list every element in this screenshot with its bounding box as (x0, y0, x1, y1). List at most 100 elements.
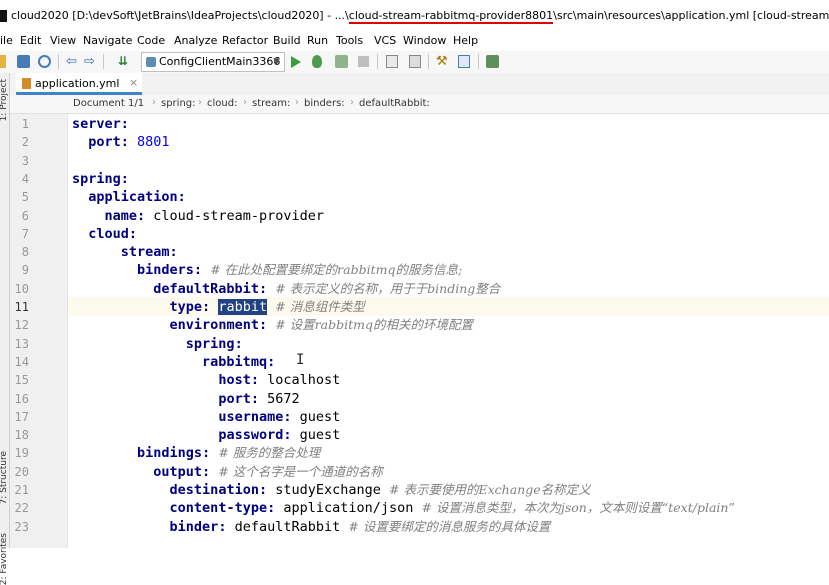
favorites-tool-button[interactable]: 2: Favorites (0, 533, 9, 585)
yaml-key: rabbitmq: (202, 353, 276, 370)
settings-icon[interactable]: ⚒ (436, 55, 449, 68)
code-line[interactable]: stream: (72, 243, 178, 261)
menu-run[interactable]: Run (307, 34, 328, 47)
code-line[interactable]: environment: # 设置rabbitmq的相关的环境配置 (72, 316, 473, 334)
project-tool-button[interactable]: 1: Project (0, 79, 9, 121)
menu-view[interactable]: View (50, 34, 76, 47)
run-icon[interactable] (291, 56, 301, 68)
code-line[interactable]: bindings: # 服务的整合处理 (72, 444, 320, 462)
yaml-comment: # 表示定义的名称，用于于binding整合 (275, 280, 501, 296)
code-line[interactable]: spring: (72, 170, 129, 188)
breadcrumb-document[interactable]: Document 1/1 (73, 98, 144, 109)
menu-tools[interactable]: Tools (336, 34, 363, 47)
title-module-highlight: cloud-stream-rabbitmq-provider8801 (348, 9, 554, 24)
code-line[interactable]: port: 5672 (72, 390, 299, 408)
menu-build[interactable]: Build (273, 34, 301, 47)
breadcrumb-defaultrabbit[interactable]: defaultRabbit: (359, 98, 430, 109)
code-line[interactable]: application: (72, 188, 186, 206)
breadcrumb-spring[interactable]: spring: (161, 98, 196, 109)
code-line[interactable]: destination: studyExchange # 表示要使用的Excha… (72, 481, 591, 499)
run-config-select[interactable]: ConfigClientMain3366 ▼ (141, 52, 285, 72)
line-number: 3 (21, 153, 29, 168)
menu-vcs[interactable]: VCS (374, 34, 396, 47)
breadcrumb-separator: › (350, 97, 354, 108)
menu-window[interactable]: Window (403, 34, 446, 47)
menu-help[interactable]: Help (453, 34, 478, 47)
code-line[interactable]: spring: (72, 335, 243, 353)
line-number: 14 (14, 354, 29, 369)
code-line[interactable]: cloud: (72, 225, 137, 243)
code-line[interactable]: rabbitmq: (72, 353, 275, 371)
line-number: 19 (14, 446, 29, 461)
breadcrumb-cloud[interactable]: cloud: (207, 98, 237, 109)
line-number: 1 (21, 117, 29, 131)
line-number: 5 (21, 190, 29, 205)
open-icon[interactable] (0, 55, 6, 68)
code-line[interactable]: host: localhost (72, 371, 340, 389)
close-icon[interactable]: × (129, 76, 138, 89)
code-line[interactable]: content-type: application/json # 设置消息类型，… (72, 499, 735, 517)
structure-tool-button[interactable]: 7: Structure (0, 451, 9, 505)
code-line[interactable]: defaultRabbit: # 表示定义的名称，用于于binding整合 (72, 280, 500, 298)
sdk-icon[interactable] (409, 55, 421, 68)
code-line[interactable]: binder: defaultRabbit # 设置要绑定的消息服务的具体设置 (72, 518, 551, 536)
line-number: 8 (21, 245, 29, 260)
menu-edit[interactable]: Edit (20, 34, 41, 47)
menu-analyze[interactable]: Analyze (174, 34, 217, 47)
back-icon[interactable]: ⇦ (66, 55, 79, 68)
breadcrumb-separator: › (152, 97, 156, 108)
menu-file[interactable]: ile (0, 34, 13, 47)
yaml-key: host: (218, 372, 259, 389)
sync-icon[interactable] (38, 55, 51, 68)
yaml-key: port: (88, 134, 129, 151)
text-cursor-icon: I (296, 352, 305, 368)
left-tool-strip: 1: Project 7: Structure 2: Favorites (0, 73, 10, 585)
toolbar-separator (103, 54, 104, 69)
project-structure-icon[interactable] (386, 55, 398, 68)
code-line[interactable]: port: 8801 (72, 133, 169, 151)
tab-application-yml[interactable]: application.yml × (16, 73, 142, 95)
breadcrumb-stream[interactable]: stream: (252, 98, 290, 109)
yaml-value: cloud-stream-provider (153, 207, 324, 224)
breadcrumb-separator: › (198, 97, 202, 108)
forward-icon[interactable]: ⇨ (84, 55, 97, 68)
code-line[interactable]: username: guest (72, 408, 340, 426)
stop-icon[interactable] (358, 56, 369, 67)
toolbar-separator (377, 54, 378, 69)
menu-code[interactable]: Code (137, 34, 165, 47)
coverage-icon[interactable] (335, 55, 348, 68)
yaml-comment: # 在此处配置要绑定的rabbitmq的服务信息; (210, 262, 463, 278)
save-icon[interactable] (17, 55, 30, 68)
code-line[interactable]: type: rabbit # 消息组件类型 (72, 298, 365, 316)
yaml-key: server: (72, 116, 129, 132)
debug-icon[interactable] (312, 55, 322, 68)
yaml-value: application/json (283, 500, 414, 517)
line-number: 21 (14, 483, 29, 497)
tasks-icon[interactable] (458, 55, 470, 68)
build-icon[interactable]: ⇊ (118, 55, 131, 68)
code-line[interactable]: password: guest (72, 426, 340, 444)
yaml-key: port: (218, 390, 259, 407)
title-bar: cloud2020 [D:\devSoft\JetBrains\IdeaProj… (0, 0, 829, 31)
menu-navigate[interactable]: Navigate (83, 34, 132, 47)
code-line[interactable]: output: # 这个名字是一个通道的名称 (72, 463, 383, 481)
menu-refactor[interactable]: Refactor (222, 34, 268, 47)
yaml-key: username: (218, 408, 292, 425)
code-line[interactable]: server: (72, 115, 129, 133)
app-config-icon (146, 57, 156, 67)
breadcrumb-binders[interactable]: binders: (304, 98, 345, 109)
code-line[interactable]: name: cloud-stream-provider (72, 207, 324, 225)
line-number: 2 (21, 135, 29, 150)
terminal-icon[interactable] (486, 55, 499, 68)
code-line[interactable]: binders: # 在此处配置要绑定的rabbitmq的服务信息; (72, 261, 462, 279)
